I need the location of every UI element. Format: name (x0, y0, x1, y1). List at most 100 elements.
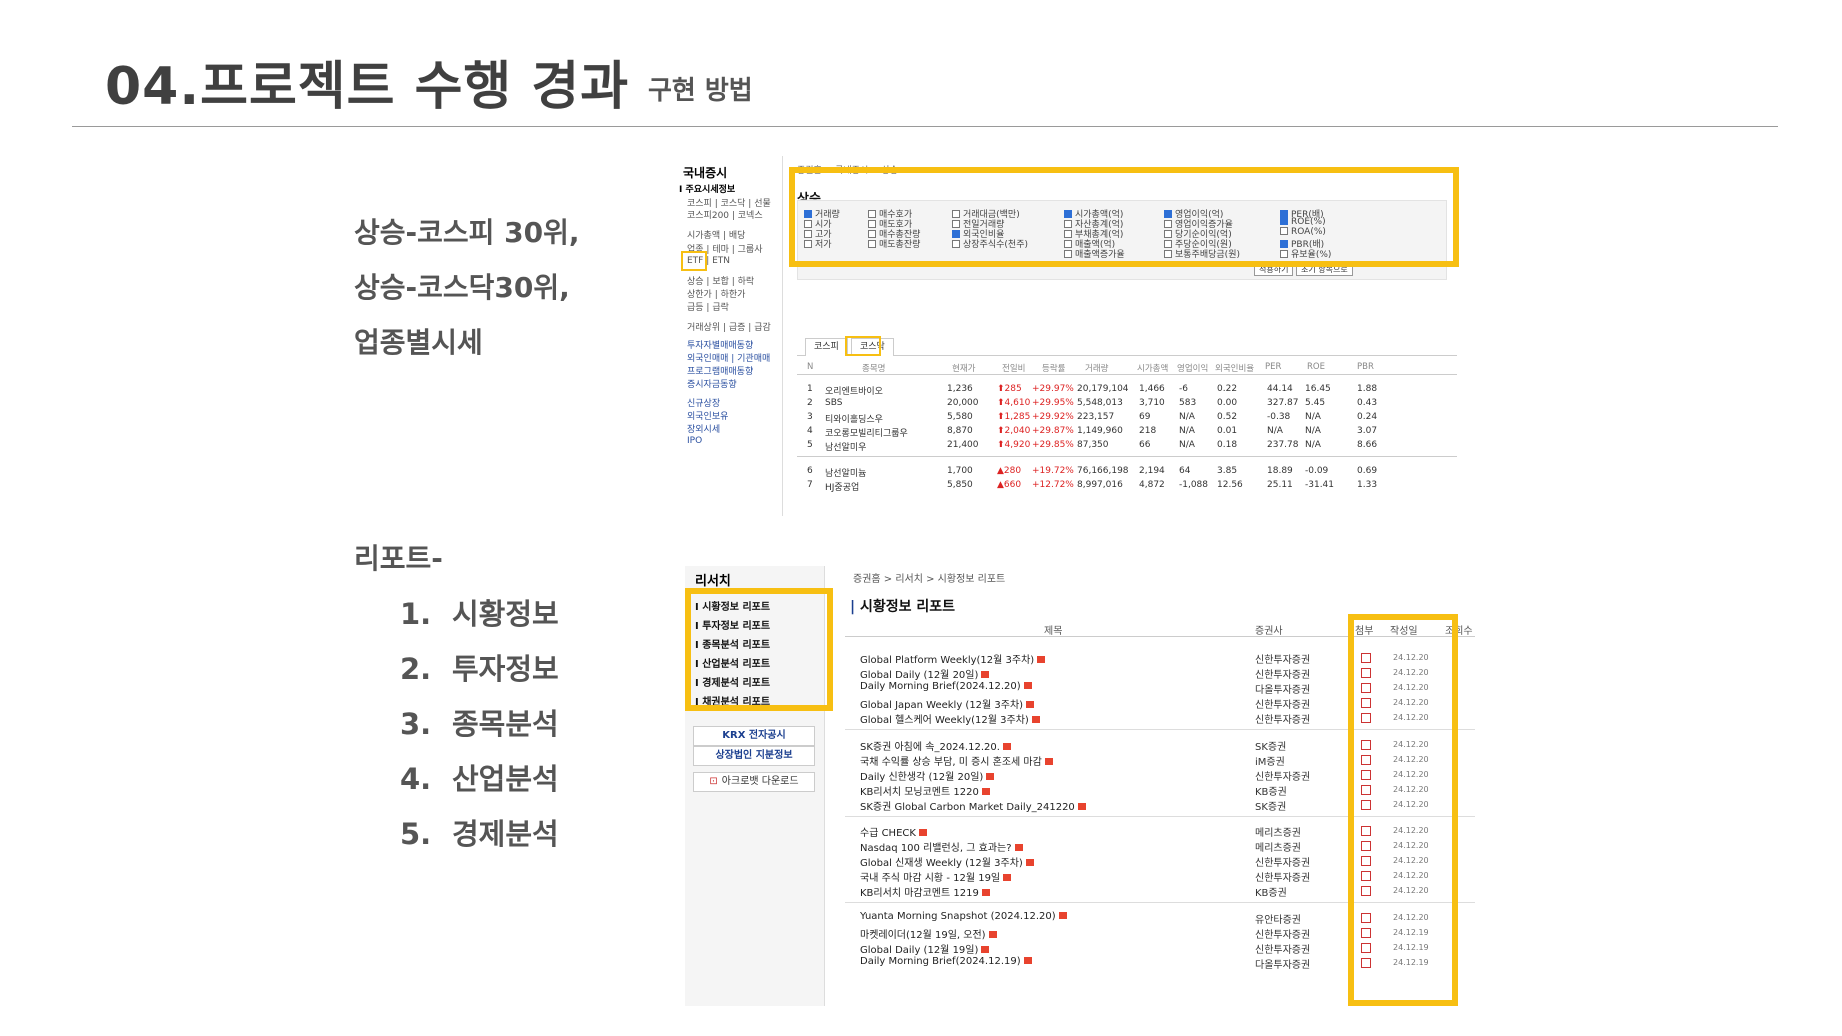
broker-name: 메리츠증권 (1255, 828, 1301, 839)
table-header: PBR (1357, 362, 1374, 372)
table-cell: 0.18 (1217, 440, 1237, 450)
stock-name[interactable]: HJ중공업 (825, 480, 859, 493)
stock-name[interactable]: 남선알미늄 (825, 466, 866, 479)
report-title-link[interactable]: SK증권 Global Carbon Market Daily_241220 (860, 798, 1086, 813)
report-title: Global Japan Weekly (12월 3주차) (860, 700, 1024, 711)
table-cell: -6 (1179, 384, 1188, 394)
sidebar-item[interactable]: 투자자별매매동향 (687, 338, 753, 351)
table-cell: 0.52 (1217, 412, 1237, 422)
broker-name: 신한투자증권 (1255, 715, 1311, 726)
report-title-link[interactable]: Global Japan Weekly (12월 3주차) (860, 696, 1035, 711)
cell-value: 44.14 (1267, 384, 1293, 394)
table-cell: 69 (1139, 412, 1150, 422)
sidebar-item[interactable]: 거래상위 | 급증 | 급감 (687, 320, 771, 333)
report-title: 국내 주식 마감 시황 - 12월 19일 (860, 873, 1001, 884)
stake-info-button[interactable]: 상장법인 지분정보 (693, 746, 815, 766)
cell-value: N/A (1179, 440, 1195, 450)
cell-value: 21,400 (947, 440, 979, 450)
sidebar-item[interactable]: 급등 | 급락 (687, 300, 729, 313)
cell-value: 76,166,198 (1077, 466, 1129, 476)
cell-value: -1,088 (1179, 480, 1209, 490)
tab-kospi[interactable]: 코스피 (805, 338, 848, 356)
stock-name[interactable]: 남선알미우 (825, 440, 866, 453)
table-cell: 2,194 (1139, 466, 1165, 476)
report-title-link[interactable]: 국내 주식 마감 시황 - 12월 19일 (860, 869, 1012, 884)
report-title: Global Daily (12월 19일) (860, 945, 979, 956)
cell-value: 583 (1179, 398, 1197, 408)
sidebar-item[interactable]: 증시자금동향 (687, 377, 737, 390)
report-title-link[interactable]: Global 헬스케어 Weekly(12월 3주차) (860, 711, 1040, 726)
report-title-link[interactable]: Global Platform Weekly(12월 3주차) (860, 651, 1046, 666)
report-title-link[interactable]: Yuanta Morning Snapshot (2024.12.20) (860, 911, 1067, 922)
krx-disclosure-button[interactable]: KRX 전자공시 (693, 726, 815, 746)
table-cell: +29.85% (1032, 440, 1074, 450)
report-title-link[interactable]: 수급 CHECK (860, 824, 927, 839)
sidebar-item-rise[interactable]: 상승 | 보합 | 하락 (687, 274, 754, 287)
table-cell: N/A (1179, 412, 1195, 422)
pdf-icon: ⊡ (709, 776, 718, 787)
sidebar-item[interactable]: 프로그램매매동향 (687, 364, 753, 377)
sidebar-item[interactable]: 시가총액 | 배당 (687, 228, 745, 241)
report-title-link[interactable]: SK증권 아침에 속_2024.12.20. (860, 738, 1011, 753)
table-cell: 21,400 (947, 440, 979, 450)
stock-name[interactable]: 티와이홀딩스우 (825, 412, 883, 425)
new-badge-icon (988, 931, 997, 938)
sidebar-title: 국내증시 (683, 166, 728, 180)
report-title-link[interactable]: Daily Morning Brief(2024.12.19) (860, 956, 1032, 967)
report-title: SK증권 Global Carbon Market Daily_241220 (860, 802, 1075, 813)
report-title: Global Daily (12월 20일) (860, 670, 979, 681)
report-title-link[interactable]: Nasdaq 100 리밸런싱, 그 효과는? (860, 839, 1023, 854)
cell-value: 1,700 (947, 466, 973, 476)
report-title-link[interactable]: Daily Morning Brief(2024.12.20) (860, 681, 1032, 692)
sidebar-item[interactable]: 외국인보유 (687, 409, 728, 422)
new-badge-icon (981, 946, 990, 953)
change-value: 4,920 (1004, 440, 1031, 450)
report-title-link[interactable]: Global Daily (12월 20일) (860, 666, 990, 681)
report-item: 5. 경제분석 (400, 812, 559, 867)
sidebar-item[interactable]: 외국인매매 | 기관매매 (687, 351, 770, 364)
table-cell: N/A (1305, 426, 1321, 436)
table-cell: ⬆2,040 (997, 426, 1030, 436)
new-badge-icon (1023, 682, 1032, 689)
table-cell: -1,088 (1179, 480, 1208, 490)
stock-name[interactable]: SBS (825, 398, 842, 408)
report-item-label: 종목분석 (452, 707, 559, 741)
stock-name[interactable]: 오리엔트바이오 (825, 384, 883, 397)
sidebar-item[interactable]: 신규상장 (687, 396, 720, 409)
acrobat-download-button[interactable]: ⊡ 아크로뱃 다운로드 (693, 772, 815, 792)
report-title-link[interactable]: Global 신재생 Weekly (12월 3주차) (860, 854, 1034, 869)
table-cell: 0.24 (1357, 412, 1377, 422)
sidebar-item[interactable]: 코스피200 | 코넥스 (687, 208, 763, 221)
change-value: 1,285 (1004, 412, 1031, 422)
cell-value: 69 (1139, 412, 1151, 422)
table-cell: 66 (1139, 440, 1150, 450)
report-title-link[interactable]: Daily 신한생각 (12월 20일) (860, 768, 995, 783)
highlight-rise-nav (681, 251, 707, 271)
acrobat-label: 아크로뱃 다운로드 (721, 776, 799, 787)
report-title: KB리서치 모닝코멘트 1220 (860, 787, 979, 798)
sidebar-item[interactable]: I 주요시세정보 (679, 182, 735, 195)
sidebar-item[interactable]: 상한가 | 하한가 (687, 287, 745, 300)
report-item-label: 투자정보 (452, 652, 559, 686)
report-item-number: 2. (400, 652, 432, 686)
table-cell: 20,000 (947, 398, 979, 408)
report-title: KB리서치 마감코멘트 1219 (860, 888, 979, 899)
cell-value: 7 (807, 480, 813, 490)
cell-value: 1.88 (1357, 384, 1378, 394)
market-rise-screenshot: 국내증시 I 주요시세정보 코스피 | 코스닥 | 선물 코스피200 | 코넥스 시… (673, 156, 1463, 516)
table-cell: 218 (1139, 426, 1156, 436)
sidebar-item[interactable]: IPO (687, 436, 702, 446)
report-title-link[interactable]: 마켓레이더(12월 19일, 오전) (860, 926, 997, 941)
rise-description: 상승-코스피 30위, 상승-코스닥30위, 업종별시세 (354, 205, 580, 370)
sidebar-item[interactable]: 장외시세 (687, 422, 720, 435)
cell-value: 2 (807, 398, 813, 408)
cell-value: 1,236 (947, 384, 973, 394)
report-title-link[interactable]: KB리서치 마감코멘트 1219 (860, 884, 990, 899)
cell-value: -0.09 (1305, 466, 1329, 476)
cell-value: HJ중공업 (825, 483, 860, 493)
report-title-link[interactable]: KB리서치 모닝코멘트 1220 (860, 783, 990, 798)
report-title-link[interactable]: 국채 수익률 상승 부담, 미 증시 혼조세 마감 (860, 753, 1053, 768)
table-header: 외국인비율 (1215, 364, 1255, 374)
report-title-link[interactable]: Global Daily (12월 19일) (860, 941, 990, 956)
stock-name[interactable]: 코오롱모빌리티그룹우 (825, 426, 908, 439)
